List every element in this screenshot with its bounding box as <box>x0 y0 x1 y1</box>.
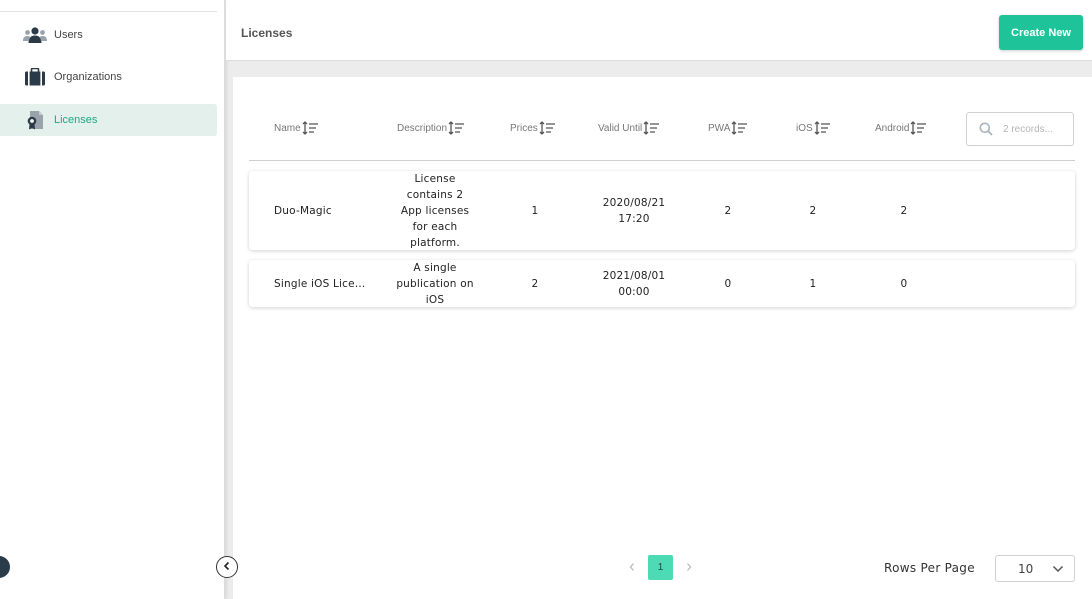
sidebar-item-organizations[interactable]: Organizations <box>0 61 217 93</box>
cell-android: 2 <box>900 204 908 217</box>
sidebar-item-licenses[interactable]: Licenses <box>0 104 217 136</box>
cell-valid-until: 2021/08/01 00:00 <box>602 269 666 298</box>
page-header: Licenses Create New <box>226 0 1092 61</box>
search-icon <box>979 122 993 136</box>
collapse-sidebar-button[interactable] <box>216 556 238 578</box>
licenses-table-panel: Name Description Prices Valid Until PWA <box>233 77 1092 599</box>
rows-per-page-label: Rows Per Page <box>884 561 975 575</box>
rows-per-page-value: 10 <box>1018 561 1034 576</box>
search-box[interactable] <box>966 112 1074 146</box>
column-header-description[interactable]: Description <box>397 121 465 135</box>
table-header: Name Description Prices Valid Until PWA <box>249 111 1075 161</box>
cell-pwa: 0 <box>724 277 732 290</box>
sort-icon[interactable] <box>910 121 927 135</box>
sidebar-item-label: Organizations <box>54 71 122 83</box>
sort-icon[interactable] <box>302 121 319 135</box>
briefcase-icon <box>22 67 48 87</box>
cell-name: Single iOS Lice… <box>274 277 366 290</box>
column-header-android[interactable]: Android <box>875 121 927 135</box>
cell-description: License contains 2 App licenses for each… <box>400 172 470 249</box>
cell-pwa: 2 <box>724 204 732 217</box>
cell-ios: 1 <box>809 277 817 290</box>
column-header-prices[interactable]: Prices <box>510 121 556 135</box>
sidebar: Users Organizations Licenses <box>0 0 225 599</box>
table-row[interactable]: Duo-Magic License contains 2 App license… <box>249 171 1075 250</box>
rows-per-page-select[interactable]: 10 <box>995 555 1075 582</box>
sidebar-item-label: Users <box>54 29 83 41</box>
sort-icon[interactable] <box>539 121 556 135</box>
sidebar-item-label: Licenses <box>54 114 98 126</box>
page-title: Licenses <box>241 26 293 40</box>
cell-description: A single publication on iOS <box>396 261 474 306</box>
pagination: 1 Rows Per Page 10 <box>233 555 1092 582</box>
cell-prices: 2 <box>531 277 539 290</box>
column-header-name[interactable]: Name <box>274 121 319 135</box>
chevron-left-icon <box>222 558 232 576</box>
column-header-valid-until[interactable]: Valid Until <box>598 121 660 135</box>
cell-ios: 2 <box>809 204 817 217</box>
page-number-button[interactable]: 1 <box>648 555 673 580</box>
sort-icon[interactable] <box>448 121 465 135</box>
sidebar-item-users[interactable]: Users <box>0 19 217 51</box>
chevron-left-icon[interactable] <box>628 561 636 575</box>
license-icon <box>22 110 48 130</box>
cell-name: Duo-Magic <box>274 204 332 217</box>
cell-android: 0 <box>900 277 908 290</box>
cell-prices: 1 <box>531 204 539 217</box>
chevron-down-icon <box>1052 562 1064 576</box>
cell-valid-until: 2020/08/21 17:20 <box>602 196 666 225</box>
create-new-button[interactable]: Create New <box>999 15 1083 50</box>
table-row[interactable]: Single iOS Lice… A single publication on… <box>249 260 1075 307</box>
column-header-pwa[interactable]: PWA <box>708 121 748 135</box>
sort-icon[interactable] <box>731 121 748 135</box>
chevron-right-icon[interactable] <box>685 561 693 575</box>
sort-icon[interactable] <box>814 121 831 135</box>
search-input[interactable] <box>1003 123 1067 135</box>
users-icon <box>22 25 48 45</box>
sort-icon[interactable] <box>643 121 660 135</box>
sidebar-divider <box>0 11 217 12</box>
column-header-ios[interactable]: iOS <box>796 121 831 135</box>
